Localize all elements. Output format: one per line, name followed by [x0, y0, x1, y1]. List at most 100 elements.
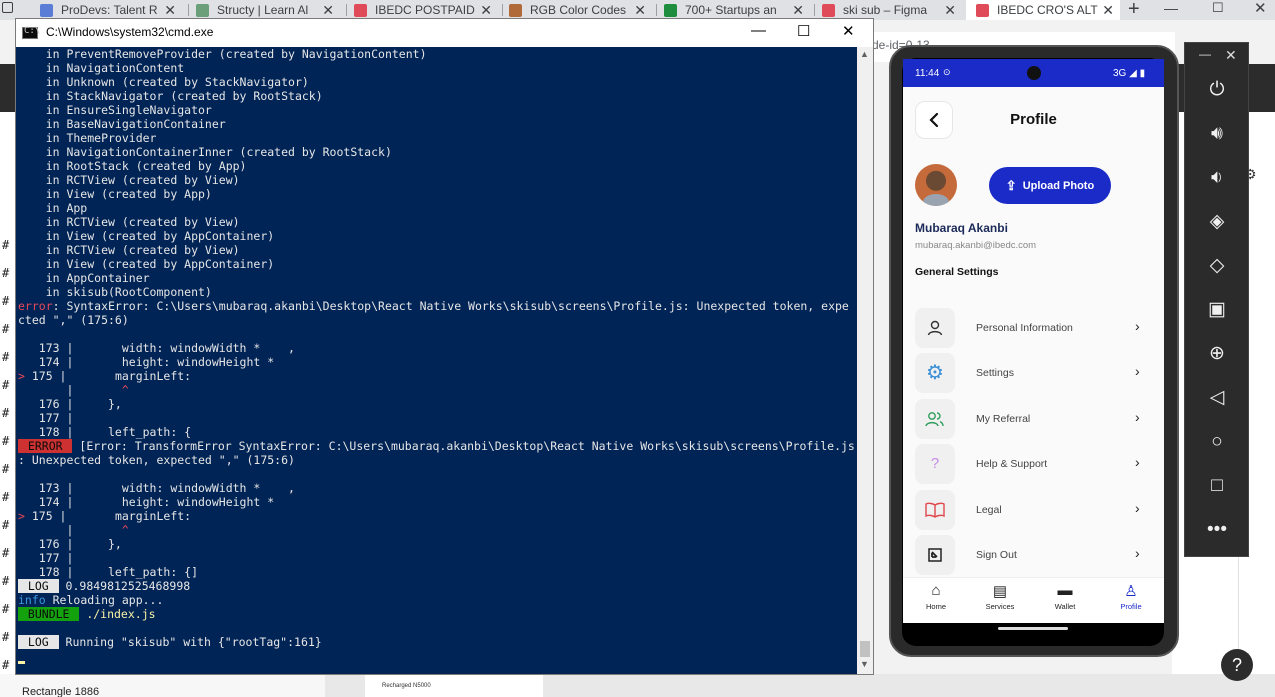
code-gutter: | — [18, 523, 122, 537]
tab-close-icon[interactable]: ✕ — [634, 2, 646, 19]
code-line: 173 | width: windowWidth * , — [18, 341, 295, 355]
cmd-close-button[interactable]: ✕ — [842, 22, 855, 40]
code-line: | ^ — [18, 383, 128, 397]
nav-label: Services — [985, 602, 1015, 611]
hash-icon: # — [2, 266, 10, 280]
tab-label: IBEDC POSTPAID — [375, 3, 475, 17]
menu-item-my-referral[interactable]: My Referral › — [903, 397, 1164, 441]
menu-item-personal-information[interactable]: Personal Information › — [903, 306, 1164, 350]
cmd-minimize-button[interactable]: — — [751, 22, 766, 39]
tab-prodevs[interactable]: ProDevs: Talent R ✕ — [40, 0, 182, 20]
console-line: in RootStack (created by App) — [18, 159, 247, 173]
prodevs-favicon-icon — [40, 3, 53, 17]
console-line: in ThemeProvider — [18, 131, 157, 145]
overview-icon[interactable]: □ — [1205, 474, 1229, 498]
window-close-button[interactable]: ✕ — [1254, 0, 1267, 17]
scrollbar-thumb[interactable] — [860, 641, 870, 657]
hash-icon: # — [2, 294, 10, 308]
tab-close-icon[interactable]: ✕ — [480, 2, 492, 19]
window-maximize-button[interactable]: ☐ — [1212, 0, 1224, 16]
menu-item-label: Settings — [976, 367, 1014, 379]
window-minimize-button[interactable]: — — [1164, 0, 1178, 16]
scroll-down-icon[interactable]: ▼ — [860, 659, 869, 669]
chevron-right-icon: › — [1135, 318, 1140, 334]
menu-item-help-support[interactable]: ? Help & Support › — [903, 442, 1164, 486]
nav-services[interactable]: ▤ Services — [975, 582, 1025, 611]
volume-down-icon[interactable]: 🔉︎ — [1205, 166, 1229, 190]
menu-item-sign-out[interactable]: Sign Out › — [903, 533, 1164, 577]
help-button[interactable]: ? — [1221, 649, 1253, 681]
code-line: 174 | height: windowHeight * — [18, 495, 275, 509]
tab-close-icon[interactable]: ✕ — [322, 2, 334, 19]
info-prefix: info — [18, 593, 46, 607]
rotate-right-icon[interactable]: ◇ — [1205, 254, 1229, 278]
menu-item-settings[interactable]: ⚙ Settings › — [903, 351, 1164, 395]
tab-ibedc-cros[interactable]: IBEDC CRO'S ALT ✕ — [966, 0, 1120, 20]
tab-search-icon[interactable] — [2, 2, 13, 13]
layer-label[interactable]: Rectangle 1886 — [22, 686, 99, 697]
chevron-right-icon: › — [1135, 363, 1140, 379]
wallet-icon: ▬ — [1057, 582, 1073, 599]
console-output[interactable]: in PreventRemoveProvider (created by Nav… — [16, 47, 857, 674]
bundle-badge: BUNDLE — [18, 607, 80, 621]
chevron-right-icon: › — [1135, 409, 1140, 425]
power-icon[interactable]: ⏻ — [1205, 78, 1229, 102]
rotate-left-icon[interactable]: ◈ — [1205, 210, 1229, 234]
emulator-minimize-button[interactable]: — — [1199, 47, 1211, 61]
cmd-titlebar[interactable]: C:\ C:\Windows\system32\cmd.exe — ☐ ✕ — [16, 19, 873, 47]
volume-up-icon[interactable]: 🔊︎ — [1205, 122, 1229, 146]
chevron-right-icon: › — [1135, 545, 1140, 561]
tab-structy[interactable]: Structy | Learn Al ✕ — [196, 0, 340, 20]
emulator-close-button[interactable]: ✕ — [1225, 47, 1237, 64]
tab-label: ProDevs: Talent R — [61, 3, 158, 17]
nav-wallet[interactable]: ▬ Wallet — [1040, 582, 1090, 611]
back-icon[interactable]: ◁ — [1205, 386, 1229, 410]
more-icon[interactable]: ••• — [1205, 518, 1229, 542]
code-line: 177 | — [18, 551, 74, 565]
upload-icon: ⇪ — [1005, 177, 1017, 193]
tab-ibedc-postpaid[interactable]: IBEDC POSTPAID ✕ — [354, 0, 498, 20]
tab-rgb-color-codes[interactable]: RGB Color Codes ✕ — [509, 0, 652, 20]
avatar — [915, 164, 957, 206]
tab-close-icon[interactable]: ✕ — [1102, 2, 1114, 19]
status-bar: 11:44 ⊙ 3G ◢ ▮ — [903, 59, 1164, 87]
nav-profile[interactable]: ♙ Profile — [1106, 582, 1156, 611]
console-line: in StackNavigator (created by RootStack) — [18, 89, 323, 103]
zoom-icon[interactable]: ⊕ — [1205, 342, 1229, 366]
cmd-maximize-button[interactable]: ☐ — [797, 22, 810, 40]
hash-icon: # — [2, 434, 10, 448]
tab-label: RGB Color Codes — [530, 3, 627, 17]
code-line: 176 | }, — [18, 397, 122, 411]
bundle-line: BUNDLE ./index.js — [18, 607, 156, 621]
sheets-favicon-icon — [664, 3, 677, 17]
figma-favicon-icon — [822, 3, 835, 17]
camera-icon[interactable]: ▣ — [1205, 298, 1229, 322]
status-time: 11:44 — [915, 68, 940, 79]
tab-startups[interactable]: 700+ Startups an ✕ — [664, 0, 810, 20]
console-line: in App — [18, 201, 88, 215]
console-line: in RCTView (created by View) — [18, 243, 240, 257]
error-line: error: SyntaxError: C:\Users\mubaraq.aka… — [18, 299, 849, 313]
text-cursor — [18, 661, 25, 664]
cmd-scrollbar[interactable]: ▲ ▼ — [857, 47, 873, 674]
scroll-up-icon[interactable]: ▲ — [860, 49, 869, 59]
hash-icon: # — [2, 546, 10, 560]
home-icon[interactable]: ○ — [1205, 430, 1229, 454]
upload-photo-button[interactable]: ⇪ Upload Photo — [989, 167, 1111, 204]
home-indicator[interactable] — [998, 627, 1068, 630]
code-line: 178 | left_path: {] — [18, 565, 199, 579]
tab-close-icon[interactable]: ✕ — [164, 2, 176, 19]
tab-ski-sub-figma[interactable]: ski sub – Figma ✕ — [822, 0, 962, 20]
log-text: 0.9849812525468998 — [58, 579, 191, 593]
tab-close-icon[interactable]: ✕ — [792, 2, 804, 19]
bottom-navigation: ⌂ Home ▤ Services ▬ Wallet ♙ Profile — [903, 577, 1164, 623]
new-tab-button[interactable]: + — [1128, 0, 1140, 21]
code-line: | ^ — [18, 523, 128, 537]
structy-favicon-icon — [196, 3, 209, 17]
menu-item-label: My Referral — [976, 413, 1031, 425]
tab-close-icon[interactable]: ✕ — [944, 2, 956, 19]
signout-icon — [915, 535, 955, 575]
menu-item-legal[interactable]: Legal › — [903, 488, 1164, 532]
nav-home[interactable]: ⌂ Home — [911, 582, 961, 611]
console-line: in PreventRemoveProvider (created by Nav… — [18, 47, 427, 61]
